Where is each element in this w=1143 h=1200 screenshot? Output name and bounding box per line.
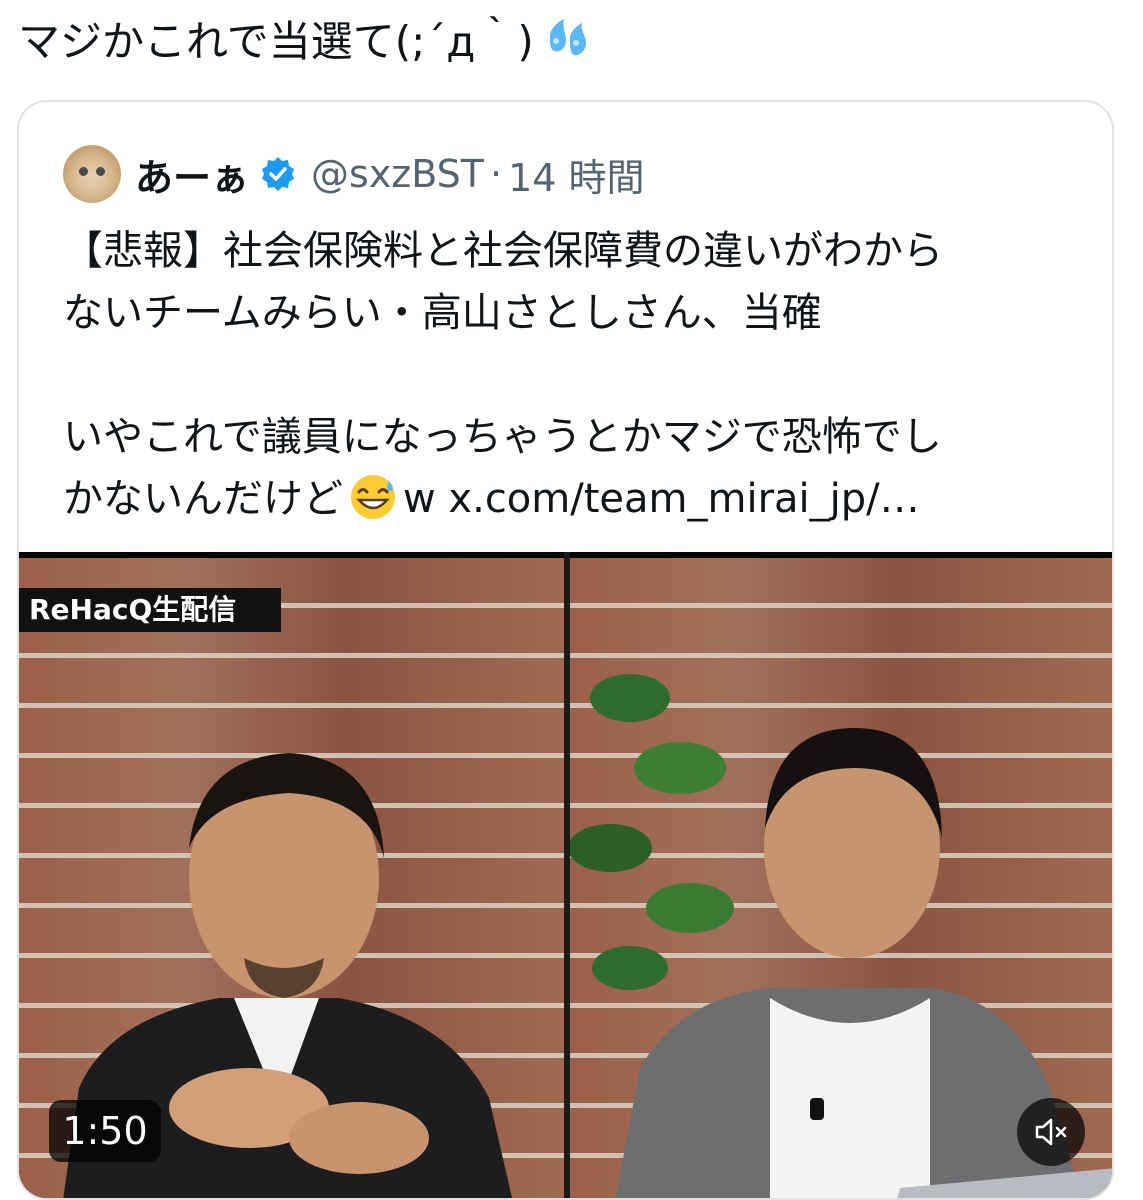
speaker-muted-icon xyxy=(1035,1118,1067,1146)
channel-logo: ReHacQ生配信 xyxy=(19,588,281,632)
grinning-sweat-icon xyxy=(351,475,395,519)
quote-line: ないチームみらい・高山さとしさん、当確 xyxy=(63,290,822,336)
quoted-tweet-card[interactable]: あーぁ @sxzBST · 14 時間 【悲報】社会保険料と社会保障費の違いがわ… xyxy=(17,100,1114,1200)
separator: · xyxy=(489,152,503,196)
quote-line: いやこれで議員になっちゃうとかマジで恐怖でし xyxy=(63,414,942,460)
quote-line-text: かないんだけど xyxy=(63,476,343,522)
avatar[interactable] xyxy=(63,145,121,203)
video-player[interactable]: ReHacQ生配信 1:50 xyxy=(19,552,1112,1198)
quote-link[interactable]: w x.com/team_mirai_jp/… xyxy=(403,476,920,522)
quote-line-last: かないんだけど w x.com/team_mirai_jp/… xyxy=(63,468,1083,530)
quote-line: 【悲報】社会保険料と社会保障費の違いがわから xyxy=(63,228,943,274)
handle[interactable]: @sxzBST xyxy=(311,152,484,196)
mute-button[interactable] xyxy=(1017,1098,1085,1166)
display-name[interactable]: あーぁ xyxy=(135,147,249,202)
tweet-text: マジかこれで当選て(;´д｀) xyxy=(18,14,594,70)
quote-header: あーぁ @sxzBST · 14 時間 xyxy=(63,144,645,204)
tweet-body: マジかこれで当選て(;´д｀) xyxy=(18,17,534,66)
video-duration: 1:50 xyxy=(49,1100,161,1162)
timestamp[interactable]: 14 時間 xyxy=(508,147,644,202)
quote-body: 【悲報】社会保険料と社会保障費の違いがわから ないチームみらい・高山さとしさん、… xyxy=(63,220,1083,530)
verified-badge-icon xyxy=(262,157,295,191)
sweat-droplets-icon xyxy=(549,18,586,55)
